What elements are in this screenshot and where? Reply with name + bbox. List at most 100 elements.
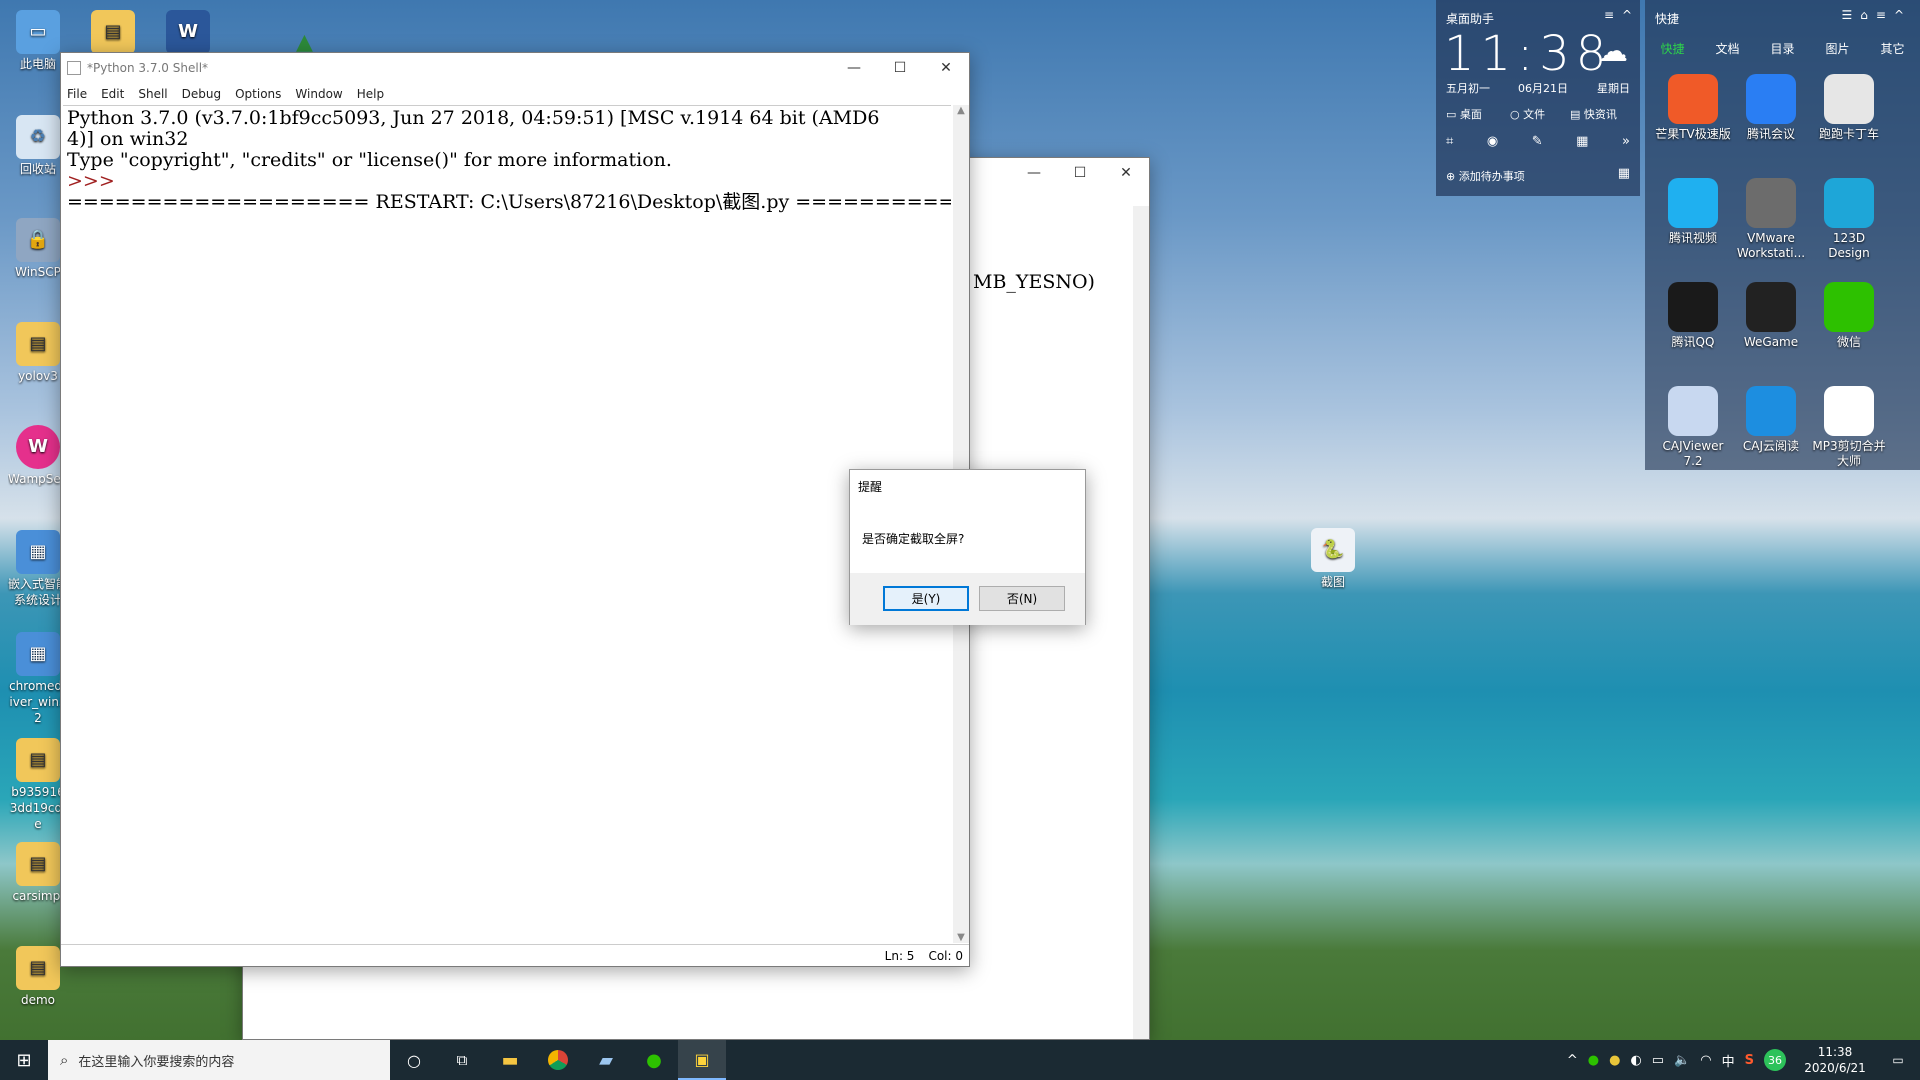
- action-center-button[interactable]: ▭: [1876, 1040, 1920, 1080]
- assistant-link-news[interactable]: ▤ 快资讯: [1570, 106, 1617, 122]
- network-icon[interactable]: ◠: [1700, 1053, 1711, 1068]
- qr-icon[interactable]: ▦: [1618, 166, 1630, 181]
- vertical-scrollbar[interactable]: [1133, 206, 1149, 1039]
- clock-date: 2020/6/21: [1804, 1061, 1866, 1075]
- battery-icon[interactable]: ▭: [1652, 1053, 1664, 1068]
- desktop-icon-word[interactable]: W: [150, 10, 226, 56]
- task-view-button[interactable]: ⧉: [438, 1040, 486, 1080]
- more-icon[interactable]: »: [1622, 134, 1630, 149]
- python-icon: ▣: [694, 1049, 710, 1069]
- scroll-up-arrow[interactable]: ▲: [953, 105, 969, 116]
- app-label: 腾讯QQ: [1671, 335, 1715, 349]
- quick-app-9[interactable]: CAJViewer 7.2: [1655, 386, 1731, 469]
- minimize-button[interactable]: —: [1011, 158, 1057, 188]
- status-col: Col: 0: [928, 948, 963, 963]
- maximize-button[interactable]: ☐: [1057, 158, 1103, 188]
- quick-app-1[interactable]: 腾讯会议: [1733, 74, 1809, 142]
- show-hidden-icons[interactable]: ^: [1567, 1053, 1578, 1068]
- collapse-icon[interactable]: ^: [1622, 8, 1632, 22]
- tab-images[interactable]: 图片: [1825, 40, 1849, 57]
- wechat-tray-icon[interactable]: ●: [1588, 1053, 1599, 1068]
- shell-line: =================== RESTART: C:\Users\87…: [67, 191, 951, 213]
- app-icon: [1824, 178, 1874, 228]
- start-button[interactable]: ⊞: [0, 1040, 48, 1080]
- shell-line: 4)] on win32: [67, 128, 189, 150]
- scroll-down-arrow[interactable]: ▼: [953, 932, 969, 943]
- qq-tray-icon[interactable]: ◐: [1630, 1053, 1641, 1068]
- no-button[interactable]: 否(N): [979, 586, 1065, 611]
- taskbar-wechat[interactable]: ●: [630, 1040, 678, 1080]
- assistant-link-desktop[interactable]: ▭ 桌面: [1446, 106, 1482, 122]
- eye-icon[interactable]: ◉: [1487, 134, 1498, 149]
- menu-window[interactable]: Window: [295, 87, 342, 101]
- assistant-link-files[interactable]: ○ 文件: [1510, 106, 1545, 122]
- cortana-button[interactable]: ○: [390, 1040, 438, 1080]
- taskbar-clock[interactable]: 11:38 2020/6/21: [1794, 1044, 1876, 1076]
- clock-time: 11:38: [1817, 1045, 1853, 1059]
- taskbar-notes[interactable]: ▰: [582, 1040, 630, 1080]
- quick-app-7[interactable]: WeGame: [1733, 282, 1809, 350]
- yes-button[interactable]: 是(Y): [883, 586, 969, 611]
- menu-file[interactable]: File: [67, 87, 87, 101]
- tab-folders[interactable]: 目录: [1770, 40, 1794, 57]
- close-button[interactable]: ✕: [923, 53, 969, 83]
- desktop-icon-jietu[interactable]: 🐍 截图: [1295, 528, 1371, 590]
- quick-app-4[interactable]: VMware Workstati...: [1733, 178, 1809, 261]
- quick-app-3[interactable]: 腾讯视频: [1655, 178, 1731, 246]
- note-icon[interactable]: ✎: [1532, 134, 1543, 149]
- app-label: 腾讯会议: [1746, 127, 1795, 141]
- calculator-icon[interactable]: ▦: [1576, 134, 1588, 149]
- ime-indicator[interactable]: 中: [1722, 1051, 1735, 1070]
- clock-display: 11:38: [1444, 26, 1613, 82]
- folder-icon: ▤: [91, 10, 135, 54]
- wamp-icon: W: [16, 425, 60, 469]
- status-line: Ln: 5: [884, 948, 915, 963]
- recycle-bin-icon: ♻: [16, 115, 60, 159]
- tab-quick[interactable]: 快捷: [1660, 40, 1684, 57]
- taskbar-search-box[interactable]: ⌕ 在这里输入你要搜索的内容: [48, 1040, 390, 1080]
- dialog-message: 是否确定截取全屏?: [862, 532, 965, 546]
- quick-app-5[interactable]: 123D Design: [1811, 178, 1887, 261]
- quick-app-11[interactable]: MP3剪切合并大师: [1811, 386, 1887, 469]
- crop-icon[interactable]: ⌗: [1446, 134, 1453, 149]
- shell-line: Type "copyright", "credits" or "license(…: [67, 149, 672, 171]
- tab-docs[interactable]: 文档: [1715, 40, 1739, 57]
- security-tray-icon[interactable]: ●: [1609, 1053, 1620, 1068]
- menu-icon[interactable]: ≡: [1604, 8, 1614, 22]
- wechat-icon: ●: [646, 1049, 662, 1071]
- quick-app-0[interactable]: 芒果TV极速版: [1655, 74, 1731, 142]
- notification-badge[interactable]: 36: [1764, 1049, 1786, 1071]
- menu-edit[interactable]: Edit: [101, 87, 124, 101]
- app-label: VMware Workstati...: [1736, 231, 1806, 260]
- minimize-button[interactable]: —: [831, 53, 877, 83]
- dialog-title: 提醒: [858, 480, 883, 494]
- confirm-dialog: 提醒 是否确定截取全屏? 是(Y) 否(N): [849, 469, 1086, 625]
- maximize-button[interactable]: ☐: [877, 53, 923, 83]
- taskbar-chrome[interactable]: [534, 1040, 582, 1080]
- calendar-date: 06月21日: [1518, 82, 1568, 95]
- menu-help[interactable]: Help: [357, 87, 384, 101]
- app-icon: [1668, 178, 1718, 228]
- app-icon: [1668, 74, 1718, 124]
- sogou-icon[interactable]: S: [1745, 1053, 1754, 1068]
- taskbar-python[interactable]: ▣: [678, 1040, 726, 1080]
- quick-app-8[interactable]: 微信: [1811, 282, 1887, 350]
- menu-debug[interactable]: Debug: [182, 87, 221, 101]
- close-button[interactable]: ✕: [1103, 158, 1149, 188]
- add-todo-link[interactable]: ⊕ 添加待办事项: [1446, 168, 1525, 184]
- menu-shell[interactable]: Shell: [138, 87, 167, 101]
- desktop-icon-folder-top[interactable]: ▤: [75, 10, 151, 56]
- shell-line: Python 3.7.0 (v3.7.0:1bf9cc5093, Jun 27 …: [67, 107, 880, 129]
- quick-app-6[interactable]: 腾讯QQ: [1655, 282, 1731, 350]
- quick-app-10[interactable]: CAJ云阅读: [1733, 386, 1809, 454]
- quick-launch-panel: 快捷 ☰⌂≡^ 快捷 文档 目录 图片 其它 芒果TV极速版 腾讯会议 跑跑卡丁车腾…: [1645, 0, 1920, 470]
- taskbar-file-explorer[interactable]: ▬: [486, 1040, 534, 1080]
- menu-options[interactable]: Options: [235, 87, 281, 101]
- shell-prompt: >>>: [67, 170, 115, 192]
- shell-text-area[interactable]: Python 3.7.0 (v3.7.0:1bf9cc5093, Jun 27 …: [63, 105, 951, 943]
- quick-app-2[interactable]: 跑跑卡丁车: [1811, 74, 1887, 142]
- tab-other[interactable]: 其它: [1880, 40, 1904, 57]
- volume-icon[interactable]: 🔈: [1674, 1053, 1690, 1068]
- app-label: 芒果TV极速版: [1655, 127, 1731, 141]
- python-file-icon: 🐍: [1311, 528, 1355, 572]
